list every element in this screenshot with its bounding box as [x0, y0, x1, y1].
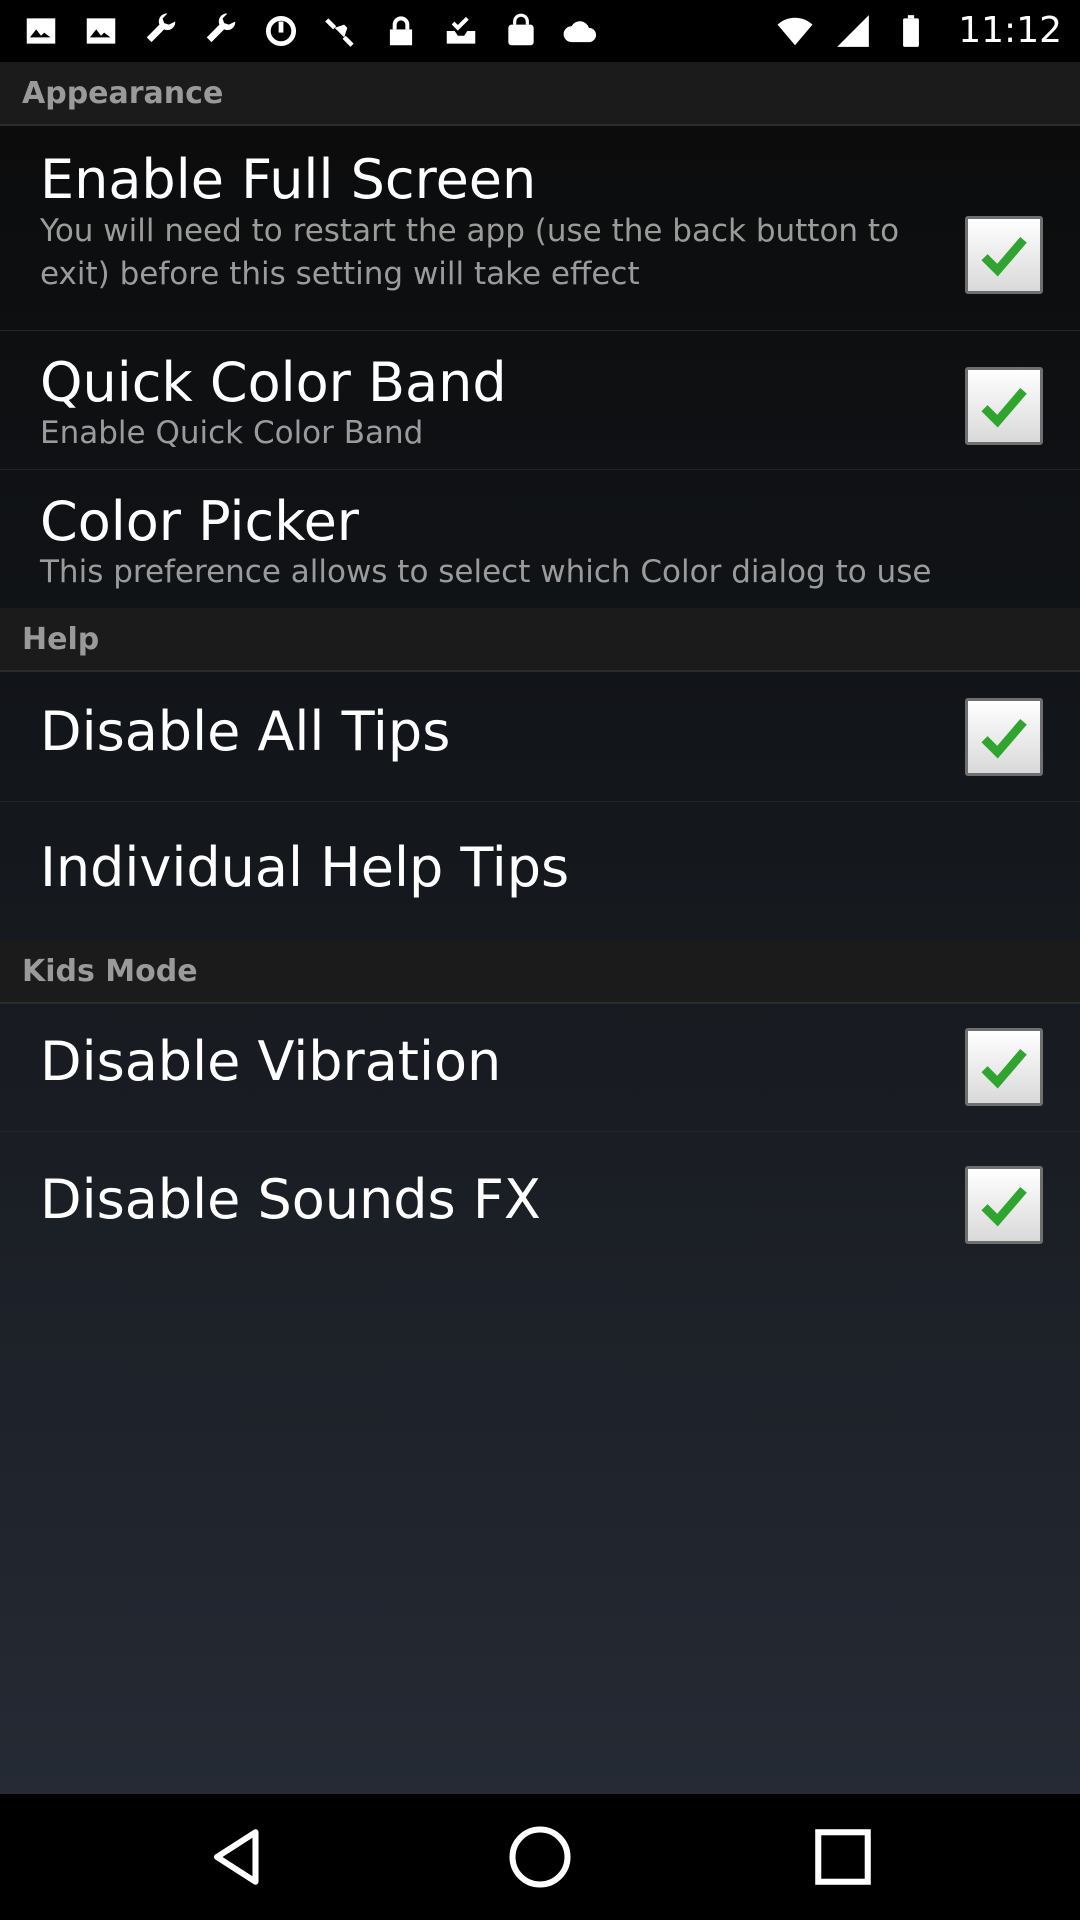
section-header-help: Help: [0, 608, 1080, 672]
pref-quick-color-band[interactable]: Quick Color Band Enable Quick Color Band: [0, 331, 1080, 470]
navigation-bar: [0, 1794, 1080, 1920]
pref-disable-sounds-fx[interactable]: Disable Sounds FX: [0, 1132, 1080, 1272]
checkmark-icon: [981, 237, 1027, 277]
signal-icon: [837, 15, 869, 47]
pref-disable-all-tips[interactable]: Disable All Tips: [0, 672, 1080, 802]
bag-icon: [508, 13, 534, 46]
satellite-icon: [325, 18, 354, 47]
pref-title: Enable Full Screen: [40, 148, 537, 211]
pref-enable-full-screen[interactable]: Enable Full Screen You will need to rest…: [0, 126, 1080, 331]
full-screen-checkbox[interactable]: [965, 216, 1043, 294]
pref-title: Disable Vibration: [40, 1030, 502, 1093]
pref-title: Color Picker: [40, 490, 359, 553]
pref-individual-help-tips[interactable]: Individual Help Tips: [0, 802, 1080, 940]
pref-title: Quick Color Band: [40, 351, 507, 414]
section-header-kids-mode: Kids Mode: [0, 940, 1080, 1004]
recents-icon[interactable]: [810, 1824, 876, 1890]
checkmark-icon: [981, 1187, 1027, 1227]
wrench-icon: [206, 13, 236, 43]
quick-color-band-checkbox[interactable]: [965, 367, 1043, 445]
wifi-icon: [777, 17, 813, 46]
system-icons: [776, 12, 930, 50]
checkmark-icon: [981, 1049, 1027, 1089]
wrench-icon: [146, 13, 176, 43]
disable-all-tips-checkbox[interactable]: [965, 698, 1043, 776]
battery-icon: [903, 15, 919, 47]
image-icon: [26, 18, 56, 44]
checkmark-icon: [981, 388, 1027, 428]
pref-title: Disable All Tips: [40, 700, 451, 763]
disable-vibration-checkbox[interactable]: [965, 1028, 1043, 1106]
cloud-icon: [563, 21, 597, 43]
notification-icons: [22, 12, 600, 50]
back-icon[interactable]: [206, 1824, 272, 1890]
pref-title: Disable Sounds FX: [40, 1168, 541, 1231]
pref-summary: You will need to restart the app (use th…: [40, 213, 900, 292]
pref-summary: This preference allows to select which C…: [40, 554, 932, 590]
inbox-check-icon: [446, 16, 476, 44]
settings-list: Appearance Enable Full Screen You will n…: [0, 62, 1080, 1794]
image-icon: [86, 18, 116, 44]
pref-summary: Enable Quick Color Band: [40, 415, 424, 451]
section-header-appearance: Appearance: [0, 62, 1080, 126]
lock-icon: [389, 16, 413, 46]
pref-title: Individual Help Tips: [40, 836, 570, 899]
clock: 11:12: [958, 10, 1062, 51]
pref-color-picker[interactable]: Color Picker This preference allows to s…: [0, 470, 1080, 608]
checkmark-icon: [981, 719, 1027, 759]
disable-sounds-fx-checkbox[interactable]: [965, 1166, 1043, 1244]
home-icon[interactable]: [507, 1824, 573, 1890]
pref-disable-vibration[interactable]: Disable Vibration: [0, 1004, 1080, 1132]
status-bar: 11:12: [0, 0, 1080, 62]
sync-icon: [265, 15, 297, 47]
